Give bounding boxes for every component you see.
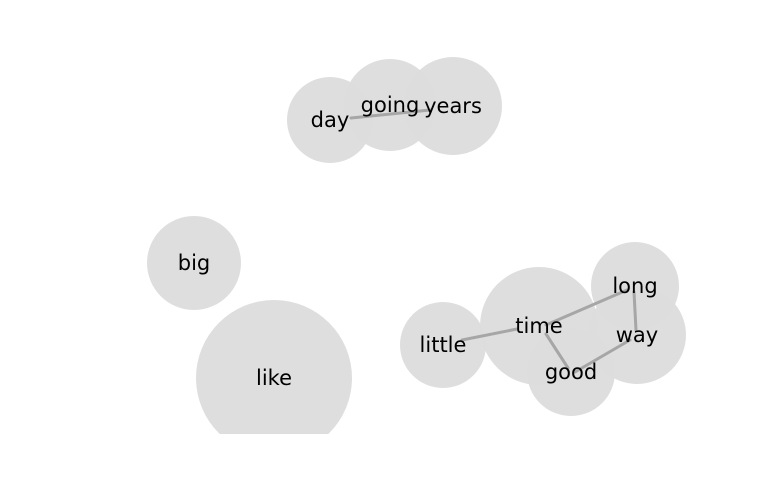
- node-label-time: time: [515, 314, 562, 338]
- node-label-years: years: [424, 94, 482, 118]
- node-label-big: big: [178, 251, 211, 275]
- word-graph: day going years big like little time long waygoo…: [147, 57, 686, 434]
- node-label-like: like: [256, 366, 292, 390]
- node-label-going: going: [361, 93, 420, 117]
- node-label-good: good: [545, 360, 597, 384]
- node-label-day: day: [311, 108, 350, 132]
- node-label-little: little: [420, 333, 467, 357]
- node-label-long: long: [612, 274, 657, 298]
- node-label-way: way: [616, 323, 658, 347]
